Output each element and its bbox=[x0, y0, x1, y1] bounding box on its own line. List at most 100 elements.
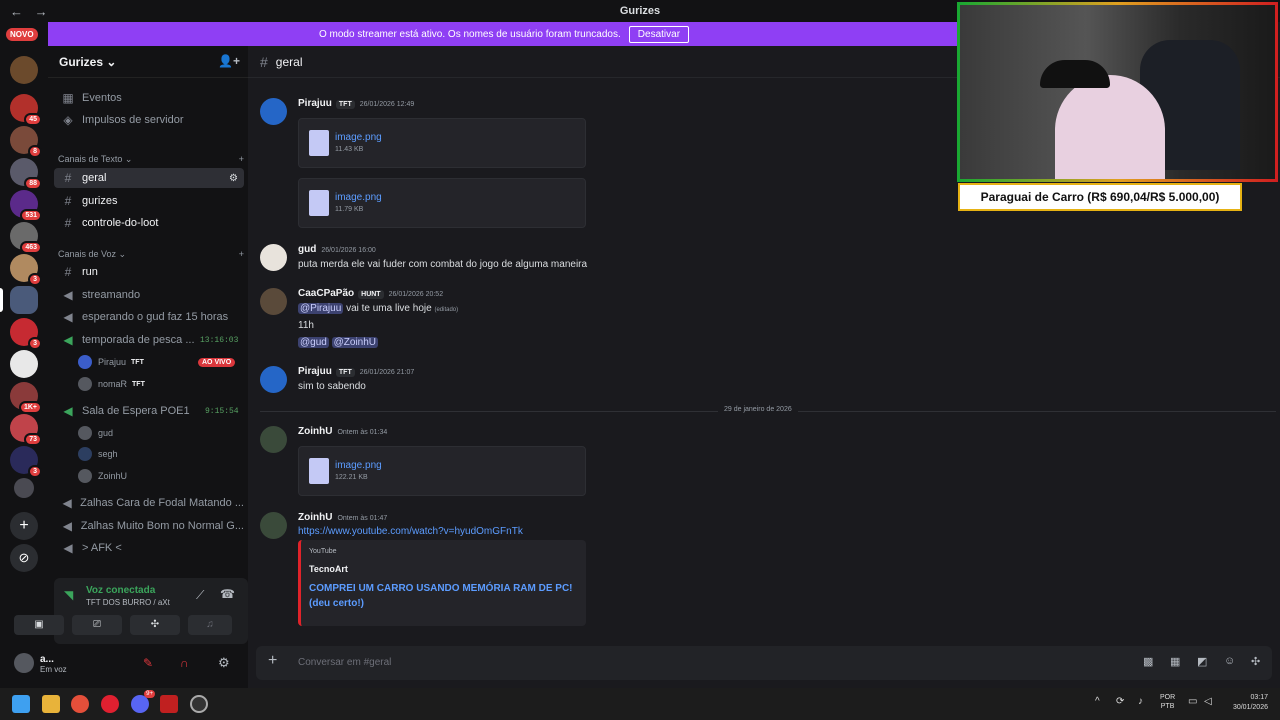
activities-button[interactable]: ✣ bbox=[130, 615, 180, 635]
server-icon[interactable] bbox=[14, 478, 34, 498]
user-mention[interactable]: @gud bbox=[298, 337, 329, 348]
embed-title[interactable]: COMPREI UM CARRO USANDO MEMÓRIA RAM DE P… bbox=[309, 583, 573, 594]
headphones-muted-icon[interactable]: ∩ bbox=[180, 656, 189, 670]
screen-share-button[interactable]: ⎚ bbox=[72, 615, 122, 635]
apps-icon[interactable]: ✣ bbox=[1251, 655, 1260, 668]
message-composer[interactable]: + Conversar em #geral ▩ ▦ ◩ ☺ ✣ bbox=[256, 646, 1272, 680]
voice-channel[interactable]: ◀ Zalhas Cara de Fodal Matando ... bbox=[54, 493, 244, 513]
tray-chevron-icon[interactable]: ^ bbox=[1095, 696, 1100, 707]
microphone-icon[interactable]: ♪ bbox=[1138, 696, 1143, 707]
add-channel-icon[interactable]: + bbox=[239, 154, 244, 165]
camera-button[interactable]: ▣ bbox=[14, 615, 64, 635]
text-category[interactable]: Canais de Texto ⌄ + bbox=[58, 154, 244, 165]
voice-channel[interactable]: ◀ Zalhas Muito Bom no Normal G... bbox=[54, 516, 244, 536]
sync-icon[interactable]: ⟳ bbox=[1116, 696, 1124, 707]
avatar[interactable] bbox=[260, 98, 287, 125]
voice-user[interactable]: gud bbox=[78, 424, 113, 442]
server-icon[interactable]: 3 bbox=[10, 318, 42, 350]
settings-icon[interactable]: ⚙ bbox=[229, 173, 238, 184]
avatar[interactable] bbox=[260, 244, 287, 271]
chrome-icon[interactable] bbox=[71, 695, 89, 713]
server-icon[interactable] bbox=[10, 56, 38, 84]
composer-placeholder[interactable]: Conversar em #geral bbox=[298, 657, 391, 668]
app-icon[interactable] bbox=[160, 695, 178, 713]
author-name[interactable]: gud bbox=[298, 244, 316, 255]
server-icon[interactable]: 3 bbox=[10, 446, 42, 478]
clock[interactable]: 03:17 30/01/2026 bbox=[1226, 693, 1268, 713]
voice-user[interactable]: Pirajuu TFT bbox=[78, 353, 144, 371]
message-link[interactable]: https://www.youtube.com/watch?v=hyudOmGF… bbox=[298, 526, 523, 537]
server-icon-gurizes[interactable] bbox=[10, 286, 38, 314]
add-attachment-icon[interactable]: + bbox=[268, 652, 277, 670]
voice-channel[interactable]: ◀ > AFK < bbox=[54, 538, 244, 558]
volume-icon[interactable]: ◁ bbox=[1204, 696, 1212, 707]
windows-start-icon[interactable] bbox=[12, 695, 30, 713]
author-name[interactable]: ZoinhU bbox=[298, 426, 332, 437]
file-name[interactable]: image.png bbox=[335, 132, 382, 143]
file-attachment[interactable]: image.png 11.43 KB bbox=[298, 118, 586, 168]
sticker-icon[interactable]: ◩ bbox=[1197, 655, 1207, 668]
user-mention[interactable]: @Pirajuu bbox=[298, 303, 344, 314]
server-icon[interactable]: 531 bbox=[10, 190, 42, 222]
server-header[interactable]: Gurizes ⌄ 👤+ bbox=[48, 46, 248, 78]
network-icon[interactable]: ▭ bbox=[1188, 696, 1197, 707]
file-attachment[interactable]: image.png 122.21 KB bbox=[298, 446, 586, 496]
add-channel-icon[interactable]: + bbox=[239, 249, 244, 260]
invite-icon[interactable]: 👤+ bbox=[218, 54, 240, 68]
file-name[interactable]: image.png bbox=[335, 460, 382, 471]
disconnect-icon[interactable]: ☎ bbox=[220, 587, 235, 601]
voice-user[interactable]: segh bbox=[78, 445, 118, 463]
avatar[interactable] bbox=[260, 366, 287, 393]
notification-badge: 9+ bbox=[144, 690, 155, 698]
discord-icon[interactable]: 9+ bbox=[131, 690, 155, 713]
voice-category[interactable]: Canais de Voz ⌄ + bbox=[58, 249, 244, 260]
server-icon[interactable] bbox=[10, 350, 38, 378]
voice-user[interactable]: ZoinhU bbox=[78, 467, 127, 485]
discover-icon[interactable]: ⊘ bbox=[10, 544, 38, 572]
soundboard-button[interactable]: ♫ bbox=[188, 615, 232, 635]
server-icon[interactable]: 8 bbox=[10, 126, 42, 158]
noise-suppression-icon[interactable]: ⟋ bbox=[196, 588, 204, 603]
voice-user[interactable]: nomaR TFT bbox=[78, 375, 145, 393]
opera-icon[interactable] bbox=[101, 695, 119, 713]
mic-muted-icon[interactable]: ✎ bbox=[143, 656, 153, 670]
server-icon[interactable]: 1K+ bbox=[10, 382, 42, 414]
add-server-icon[interactable]: + bbox=[10, 512, 38, 540]
embed-title[interactable]: (deu certo!) bbox=[309, 598, 364, 609]
channel-run[interactable]: # run bbox=[54, 262, 244, 282]
avatar[interactable] bbox=[260, 512, 287, 539]
embed-author[interactable]: TecnoArt bbox=[309, 564, 348, 574]
channel-controle-do-loot[interactable]: # controle-do-loot bbox=[54, 213, 244, 233]
obs-icon[interactable] bbox=[190, 695, 208, 713]
language-indicator[interactable]: POR PTB bbox=[1160, 693, 1175, 711]
gif-icon[interactable]: ▦ bbox=[1170, 655, 1180, 668]
server-icon[interactable]: 73 bbox=[10, 414, 42, 446]
author-name[interactable]: ZoinhU bbox=[298, 512, 332, 523]
avatar[interactable] bbox=[260, 426, 287, 453]
youtube-embed: YouTube TecnoArt COMPREI UM CARRO USANDO… bbox=[298, 540, 586, 626]
server-icon[interactable]: 88 bbox=[10, 158, 42, 190]
voice-channel[interactable]: ◀ streamando bbox=[54, 285, 244, 305]
author-name[interactable]: CaaCPaPão bbox=[298, 288, 354, 299]
voice-channel[interactable]: ◀ esperando o gud faz 15 horas bbox=[54, 307, 244, 327]
user-avatar[interactable] bbox=[14, 653, 34, 673]
gift-icon[interactable]: ▩ bbox=[1143, 655, 1153, 668]
author-name[interactable]: Pirajuu bbox=[298, 98, 332, 109]
channel-geral[interactable]: # geral ⚙ bbox=[54, 168, 244, 188]
file-explorer-icon[interactable] bbox=[42, 695, 60, 713]
avatar[interactable] bbox=[260, 288, 287, 315]
server-icon[interactable]: 463 bbox=[10, 222, 42, 254]
file-attachment[interactable]: image.png 11.79 KB bbox=[298, 178, 586, 228]
user-mention[interactable]: @ZoinhU bbox=[331, 337, 379, 348]
channel-gurizes[interactable]: # gurizes bbox=[54, 191, 244, 211]
events-item[interactable]: ▦ Eventos bbox=[54, 88, 244, 108]
server-icon[interactable]: 45 bbox=[10, 94, 42, 126]
user-settings-icon[interactable]: ⚙ bbox=[218, 655, 230, 671]
message-header: gud 26/01/2026 16:00 bbox=[298, 244, 376, 255]
server-icon[interactable]: 3 bbox=[10, 254, 42, 286]
file-name[interactable]: image.png bbox=[335, 192, 382, 203]
disable-streamer-button[interactable]: Desativar bbox=[628, 25, 690, 43]
author-name[interactable]: Pirajuu bbox=[298, 366, 332, 377]
emoji-icon[interactable]: ☺ bbox=[1224, 655, 1235, 667]
boosts-item[interactable]: ◈ Impulsos de servidor bbox=[54, 110, 244, 130]
